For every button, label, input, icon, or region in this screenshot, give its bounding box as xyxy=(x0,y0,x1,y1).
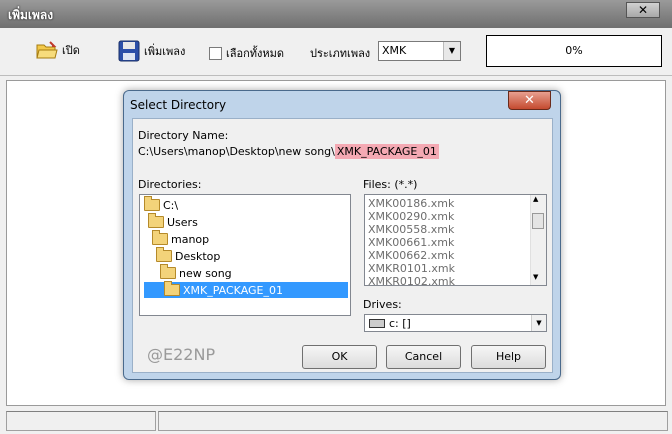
file-item[interactable]: XMK00662.xmk xyxy=(368,249,454,262)
select-directory-dialog: Select Directory ✕ Directory Name: C:\Us… xyxy=(123,90,561,380)
select-all-label: เลือกทั้งหมด xyxy=(226,47,285,60)
drive-value: c: [] xyxy=(389,316,411,330)
file-item[interactable]: XMK00186.xmk xyxy=(368,197,454,210)
folder-open-icon xyxy=(152,230,168,245)
song-type-select[interactable]: XMK ▼ xyxy=(378,41,461,61)
files-list[interactable]: XMK00186.xmk XMK00290.xmk XMK00558.xmk X… xyxy=(364,194,547,286)
help-button[interactable]: Help xyxy=(471,345,546,369)
add-song-button[interactable]: เพิ่มเพลง xyxy=(118,40,185,62)
cancel-button[interactable]: Cancel xyxy=(386,345,461,369)
directories-label: Directories: xyxy=(138,178,202,191)
file-item[interactable]: XMKR0102.xmk xyxy=(368,275,455,285)
window-titlebar: เพิ่มเพลง ✕ xyxy=(0,0,672,28)
select-all-checkbox[interactable]: เลือกทั้งหมด xyxy=(209,44,284,62)
folder-open-icon xyxy=(144,196,160,211)
add-song-label: เพิ่มเพลง xyxy=(144,45,186,58)
status-bar xyxy=(0,408,672,434)
folder-open-icon xyxy=(164,281,180,296)
dir-item[interactable]: Desktop xyxy=(156,247,220,264)
drives-label: Drives: xyxy=(363,298,402,311)
files-label: Files: (*.*) xyxy=(363,178,418,191)
checkbox-box[interactable] xyxy=(209,46,222,60)
status-pane-1 xyxy=(6,411,156,431)
dialog-title: Select Directory xyxy=(130,98,227,112)
directory-name-label: Directory Name: xyxy=(138,129,229,142)
progress-display: 0% xyxy=(486,35,662,67)
open-button[interactable]: เปิด xyxy=(36,40,80,60)
save-disk-icon xyxy=(118,40,140,62)
file-item[interactable]: XMK00290.xmk xyxy=(368,210,454,223)
song-type-value: XMK xyxy=(382,44,407,57)
file-item[interactable]: XMK00558.xmk xyxy=(368,223,454,236)
dir-item[interactable]: manop xyxy=(152,230,209,247)
window-close-button[interactable]: ✕ xyxy=(626,2,660,18)
dialog-body: Directory Name: C:\Users\manop\Desktop\n… xyxy=(132,118,553,373)
scroll-thumb[interactable] xyxy=(532,213,544,229)
song-type-label: ประเภทเพลง xyxy=(310,47,371,60)
file-item[interactable]: XMKR0101.xmk xyxy=(368,262,455,275)
watermark-text: @E22NP xyxy=(147,345,216,364)
dropdown-arrow-icon[interactable]: ▼ xyxy=(443,42,460,60)
folder-open-icon xyxy=(160,264,176,279)
file-item[interactable]: XMK00661.xmk xyxy=(368,236,454,249)
ok-button[interactable]: OK xyxy=(302,345,377,369)
dir-item[interactable]: new song xyxy=(160,264,232,281)
scroll-up-icon[interactable]: ▲ xyxy=(533,195,538,203)
directories-list[interactable]: C:\ Users manop Desktop new song XMK_PAC… xyxy=(139,194,351,316)
folder-open-icon xyxy=(148,213,164,228)
dir-item[interactable]: Users xyxy=(148,213,198,230)
directory-path-prefix: C:\Users\manop\Desktop\new song\ xyxy=(138,145,335,158)
folder-open-icon xyxy=(156,247,172,262)
files-scrollbar[interactable]: ▲ ▼ xyxy=(530,195,546,285)
directory-path-highlight: XMK_PACKAGE_01 xyxy=(334,144,439,159)
open-label: เปิด xyxy=(62,44,80,57)
window-title: เพิ่มเพลง xyxy=(8,8,54,22)
scroll-down-icon[interactable]: ▼ xyxy=(533,273,538,281)
dir-item[interactable]: C:\ xyxy=(144,196,178,213)
dropdown-arrow-icon[interactable]: ▼ xyxy=(531,315,546,331)
dir-item-selected[interactable]: XMK_PACKAGE_01 xyxy=(144,281,348,298)
drive-icon xyxy=(369,318,385,328)
drives-select[interactable]: c: [] ▼ xyxy=(364,314,547,332)
dialog-close-button[interactable]: ✕ xyxy=(508,91,551,110)
status-pane-2 xyxy=(158,411,668,431)
directory-path: C:\Users\manop\Desktop\new song\ XMK_PACK… xyxy=(138,144,439,159)
open-folder-icon xyxy=(36,41,58,59)
